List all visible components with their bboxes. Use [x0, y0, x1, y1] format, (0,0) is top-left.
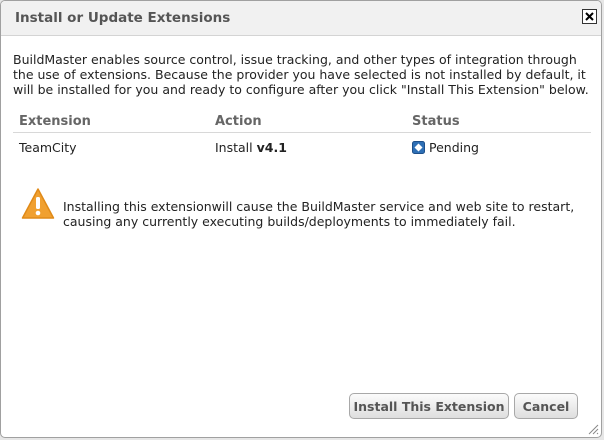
column-header-extension: Extension	[13, 110, 209, 133]
install-extensions-dialog: Install or Update Extensions BuildMaster…	[0, 0, 602, 438]
extensions-table: Extension Action Status TeamCity Install…	[13, 110, 591, 161]
extension-status: Pending	[406, 133, 591, 162]
action-version: v4.1	[256, 139, 287, 155]
column-header-status: Status	[406, 110, 591, 133]
close-button[interactable]	[582, 9, 597, 24]
close-icon	[585, 12, 594, 21]
resize-grip-icon[interactable]	[587, 423, 599, 435]
cancel-button[interactable]: Cancel	[514, 393, 578, 419]
warning-icon	[21, 188, 55, 219]
dialog-titlebar: Install or Update Extensions	[1, 1, 601, 36]
table-header-row: Extension Action Status	[13, 110, 591, 133]
status-label: Pending	[429, 139, 479, 155]
column-header-action: Action	[209, 110, 406, 133]
warning-text: Installing this extensionwill cause the …	[63, 199, 575, 229]
intro-text: BuildMaster enables source control, issu…	[13, 52, 589, 97]
table-row: TeamCity Install v4.1 Pending	[13, 133, 591, 162]
pending-icon	[412, 140, 425, 154]
dialog-title: Install or Update Extensions	[15, 10, 231, 26]
extension-name: TeamCity	[19, 139, 77, 155]
action-label: Install	[215, 139, 253, 155]
extension-action: Install v4.1	[209, 133, 406, 162]
install-extension-button[interactable]: Install This Extension	[349, 393, 509, 419]
